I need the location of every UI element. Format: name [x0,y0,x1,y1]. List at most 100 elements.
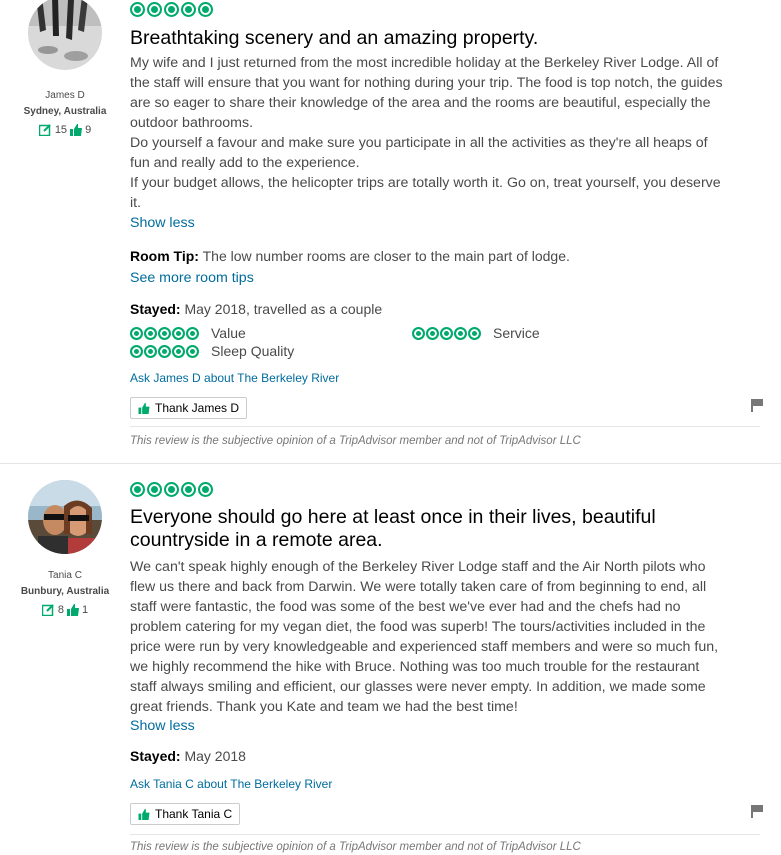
flag-icon[interactable] [750,804,764,818]
thumbs-up-icon [138,402,150,414]
review-body-line: are so eager to share their knowledge of… [130,95,711,111]
rating-bubble [181,1,196,17]
review-card: Tania C Bunbury, Australia 8 1 Everyone … [0,464,781,855]
stayed: Stayed: May 2018 [130,748,760,764]
rating-bubble [130,1,145,17]
thank-label: Thank James D [155,401,240,415]
rating-bubble [468,326,481,340]
rating-bubble [144,326,157,340]
rating-bubble [172,326,185,340]
thank-wrapper: Thank James D [130,397,760,419]
rating-bubble [130,326,143,340]
rating-bubble [186,326,199,340]
member-location: Sydney, Australia [23,106,107,117]
see-more-room-tips-link[interactable]: See more room tips [130,270,760,286]
review-body-line: staff always smiling and efficient, our … [130,679,706,695]
review-card: James D Sydney, Australia 15 9 Breathtak… [0,0,781,463]
rating-bubble [164,1,179,17]
rating-bubble [158,326,171,340]
rating-bubble [198,481,213,497]
subrating-bubbles [130,325,199,341]
review-rating [130,1,760,17]
rating-bubble [172,344,185,358]
member-info: Tania C Bunbury, Australia 8 1 [0,568,130,618]
rating-bubble [440,326,453,340]
member-name[interactable]: Tania C [0,568,130,584]
review-rating [130,481,760,497]
flag-icon[interactable] [750,398,764,412]
review-body-line: flew us there and back from Darwin. We w… [130,579,707,595]
review-body-line: price were run by very knowledgeable and… [130,639,719,655]
thank-button[interactable]: Thank Tania C [130,803,241,825]
thank-wrapper: Thank Tania C [130,803,760,825]
review-body-line: Do yourself a favour and make sure you p… [130,135,708,151]
rating-bubble [454,326,467,340]
ask-member-link[interactable]: Ask Tania C about The Berkeley River [130,777,760,791]
review-body-line: the staff will ensure that you want for … [130,75,723,91]
review-body-line: My wife and I just returned from the mos… [130,55,719,71]
subrating-label: Service [493,325,540,341]
review-title-line: countryside in a remote area. [130,529,383,551]
review-title[interactable]: Everyone should go here at least once in… [130,506,760,552]
stayed-text: May 2018, travelled as a couple [184,301,383,317]
review-body-line: we highly recommend the hike with Bruce.… [130,659,700,675]
subrating-sleep-quality: Sleep Quality [130,342,294,360]
rating-bubble [130,481,145,497]
ask-member-link[interactable]: Ask James D about The Berkeley River [130,371,760,385]
subrating-label: Sleep Quality [211,343,295,359]
subrating-bubbles [130,343,199,359]
room-tip-label: Room Tip: [130,248,199,264]
disclaimer: This review is the subjective opinion of… [130,435,581,447]
stayed-label: Stayed: [130,301,181,317]
subrating-bubbles [412,325,481,341]
member-name[interactable]: James D [0,88,130,104]
review-body-line: fun and really add to the experience. [130,155,360,171]
thumbs-up-icon [67,604,79,616]
show-less-link[interactable]: Show less [130,718,760,734]
stayed: Stayed: May 2018, travelled as a couple [130,301,760,317]
review-count-icon [41,604,54,616]
room-tip: Room Tip: The low number rooms are close… [130,248,760,264]
rating-bubble [186,344,199,358]
member-counts: 8 1 [0,602,130,618]
rating-bubble [158,344,171,358]
rating-bubble [181,481,196,497]
member-info: James D Sydney, Australia 15 9 [0,88,130,138]
rating-bubble [147,481,162,497]
subrating-value: Value [130,324,246,342]
thumbs-up-icon [70,124,83,136]
rating-bubble [147,1,162,17]
review-body-line: it. [130,195,142,211]
avatar[interactable] [28,480,102,554]
review-count-icon [38,124,51,136]
review-body: My wife and I just returned from the mos… [130,53,760,213]
subrating-label: Value [211,325,246,341]
stayed-text: May 2018 [184,748,246,764]
helpful-count: 1 [82,604,89,616]
member-location: Bunbury, Australia [20,586,110,597]
helpful-count: 9 [85,124,92,136]
review-count: 8 [57,604,64,616]
thank-button[interactable]: Thank James D [130,397,248,419]
review-title-line: Everyone should go here at least once in… [130,506,656,528]
avatar[interactable] [28,0,102,70]
review-body: We can't speak highly enough of the Berk… [130,557,760,717]
thank-label: Thank Tania C [155,807,233,821]
member-counts: 15 9 [0,122,130,138]
review-body-line: outdoor bathrooms. [130,115,254,131]
review-body-line: problem catering for my vegan diet, the … [130,619,706,635]
divider [130,834,760,835]
review-title[interactable]: Breathtaking scenery and an amazing prop… [130,27,760,50]
rating-bubble [130,344,143,358]
thumbs-up-icon [138,808,150,820]
review-body-line: great friends. Thank you Kate and team w… [130,699,518,715]
rating-bubble [144,344,157,358]
room-tip-text: The low number rooms are closer to the m… [202,248,570,264]
review-body-line: staff were fantastic, the food was some … [130,599,681,615]
show-less-link[interactable]: Show less [130,215,760,231]
rating-bubble [426,326,439,340]
stayed-label: Stayed: [130,748,181,764]
rating-bubble [198,1,213,17]
subrating-service: Service [412,324,540,342]
review-body-line: If your budget allows, the helicopter tr… [130,175,721,191]
